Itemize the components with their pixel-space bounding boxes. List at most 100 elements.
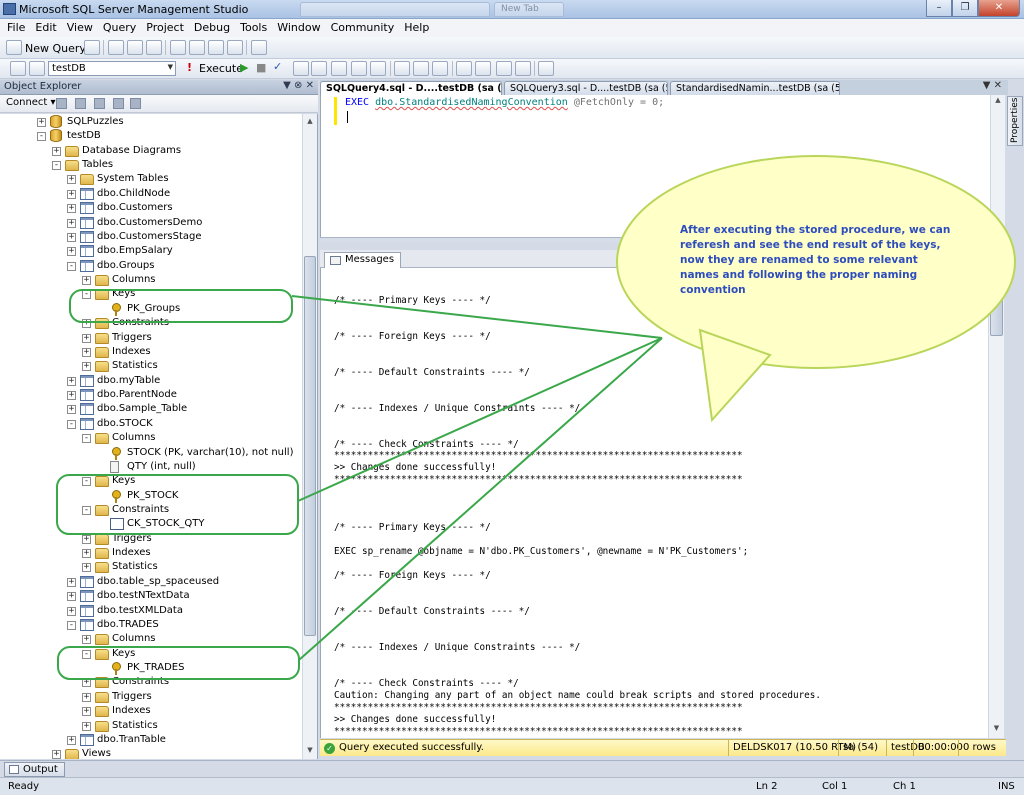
analysis-query-icon[interactable]	[108, 40, 124, 55]
disconnect-icon[interactable]	[75, 98, 86, 109]
tree-node[interactable]: + dbo.testNTextData	[0, 589, 300, 603]
tree-node[interactable]: + Statistics	[0, 719, 300, 733]
tree-node[interactable]: PK_TRADES	[0, 661, 300, 676]
tree-node[interactable]: PK_STOCK	[0, 489, 300, 503]
collapse-icon[interactable]: -	[82, 434, 91, 444]
menu-tools[interactable]: Tools	[235, 19, 272, 37]
specify-values-icon[interactable]	[538, 61, 554, 76]
expand-icon[interactable]: +	[67, 405, 76, 415]
execute-button[interactable]: Execute	[199, 62, 243, 75]
tree-node[interactable]: - dbo.STOCK	[0, 417, 300, 431]
filter-icon[interactable]	[113, 98, 124, 109]
close-icon[interactable]: ✕	[306, 80, 314, 91]
expand-icon[interactable]: +	[82, 534, 91, 544]
query-editor[interactable]: EXEC dbo.StandardisedNamingConvention @F…	[320, 95, 990, 237]
tree-node[interactable]: + Triggers	[0, 532, 300, 546]
expand-icon[interactable]: +	[82, 678, 91, 688]
expand-icon[interactable]: +	[67, 247, 76, 257]
tree-node[interactable]: - Keys	[0, 647, 300, 661]
restore-icon[interactable]: ❐	[952, 0, 978, 17]
new-file-icon[interactable]	[170, 40, 186, 55]
expand-icon[interactable]: +	[82, 635, 91, 645]
tree-node[interactable]: + dbo.testXMLData	[0, 604, 300, 618]
collapse-icon[interactable]: -	[37, 132, 46, 142]
tree-node[interactable]: + System Tables	[0, 172, 300, 186]
menu-file[interactable]: File	[2, 19, 30, 37]
expand-icon[interactable]: +	[67, 376, 76, 386]
new-query-button[interactable]: New Query	[25, 42, 86, 55]
menu-window[interactable]: Window	[272, 19, 325, 37]
xmla-query-icon[interactable]	[146, 40, 162, 55]
collapse-icon[interactable]: -	[67, 419, 76, 429]
expand-icon[interactable]: +	[82, 707, 91, 717]
tree-node[interactable]: QTY (int, null)	[0, 460, 300, 474]
include-plan-icon[interactable]	[351, 61, 367, 76]
database-select[interactable]: testDB ▼	[48, 61, 176, 76]
connect-icon[interactable]	[10, 61, 26, 76]
tree-node[interactable]: + dbo.Customers	[0, 201, 300, 215]
editor-scrollbar[interactable]: ▲	[990, 95, 1005, 243]
tree-node[interactable]: + dbo.ChildNode	[0, 187, 300, 201]
expand-icon[interactable]: +	[82, 362, 91, 372]
tree-node[interactable]: + dbo.CustomersStage	[0, 230, 300, 244]
tab-sqlquery3[interactable]: SQLQuery3.sql - D....testDB (sa (52))*	[504, 81, 668, 95]
expand-icon[interactable]: +	[67, 735, 76, 745]
connect-server-icon[interactable]	[56, 98, 67, 109]
expand-icon[interactable]: +	[82, 347, 91, 357]
tree-node[interactable]: CK_STOCK_QTY	[0, 517, 300, 531]
query-designer-icon[interactable]	[311, 61, 327, 76]
indent-icon[interactable]	[515, 61, 531, 76]
expand-icon[interactable]: +	[67, 232, 76, 242]
tab-sqlquery4[interactable]: SQLQuery4.sql - D....testDB (sa (54))*	[320, 81, 502, 95]
expand-icon[interactable]: +	[67, 218, 76, 228]
expand-icon[interactable]: +	[37, 118, 46, 127]
tree-node[interactable]: - Tables	[0, 158, 300, 172]
messages-scrollbar[interactable]: ▲ ▼	[988, 268, 1004, 738]
tree-node[interactable]: - Keys	[0, 287, 300, 301]
tree-node[interactable]: + dbo.ParentNode	[0, 388, 300, 402]
expand-icon[interactable]: +	[67, 204, 76, 214]
stop-icon[interactable]	[94, 98, 105, 109]
stop-icon[interactable]: ■	[256, 61, 266, 74]
menu-community[interactable]: Community	[326, 19, 400, 37]
collapse-icon[interactable]: -	[67, 620, 76, 630]
tree-node[interactable]: + dbo.EmpSalary	[0, 244, 300, 258]
tree-node[interactable]: + SQLPuzzles	[0, 115, 300, 129]
results-to-icon[interactable]	[331, 61, 347, 76]
tree-node[interactable]: + dbo.CustomersDemo	[0, 216, 300, 230]
expand-icon[interactable]: +	[82, 721, 91, 731]
collapse-icon[interactable]: -	[82, 505, 91, 515]
messages-pane[interactable]: /* ---- Primary Keys ---- */ /* ---- Fore…	[320, 268, 988, 738]
expand-icon[interactable]: +	[67, 592, 76, 602]
tree-node[interactable]: + dbo.table_sp_spaceused	[0, 575, 300, 589]
tab-messages[interactable]: Messages	[324, 252, 402, 269]
expand-icon[interactable]: +	[82, 692, 91, 702]
mdx-query-icon[interactable]	[127, 40, 143, 55]
object-explorer-scrollbar[interactable]: ▲ ▼	[302, 114, 317, 759]
scroll-up-icon[interactable]: ▲	[992, 96, 1004, 104]
expand-icon[interactable]: +	[82, 276, 91, 286]
display-plan-icon[interactable]	[293, 61, 309, 76]
results-grid-icon[interactable]	[413, 61, 429, 76]
expand-icon[interactable]: +	[82, 319, 91, 329]
database-engine-query-icon[interactable]	[84, 40, 100, 55]
menu-edit[interactable]: Edit	[30, 19, 61, 37]
tree-node[interactable]: + Indexes	[0, 546, 300, 560]
comment-icon[interactable]	[456, 61, 472, 76]
tree-node[interactable]: + Views	[0, 747, 300, 759]
tree-node[interactable]: - Constraints	[0, 503, 300, 517]
collapse-icon[interactable]: -	[82, 649, 91, 659]
results-file-icon[interactable]	[432, 61, 448, 76]
menu-project[interactable]: Project	[141, 19, 189, 37]
scrollbar-thumb[interactable]	[990, 276, 1003, 336]
scrollbar-thumb[interactable]	[304, 256, 316, 636]
tree-node[interactable]: + Statistics	[0, 359, 300, 373]
expand-icon[interactable]: +	[82, 563, 91, 573]
expand-icon[interactable]: +	[67, 577, 76, 587]
close-icon[interactable]: ▼ ✕	[983, 80, 1002, 91]
expand-icon[interactable]: +	[52, 146, 61, 156]
menu-query[interactable]: Query	[98, 19, 141, 37]
tree-node[interactable]: - dbo.TRADES	[0, 618, 300, 632]
expand-icon[interactable]: +	[52, 750, 61, 759]
connect-button[interactable]: Connect ▾	[6, 97, 56, 108]
